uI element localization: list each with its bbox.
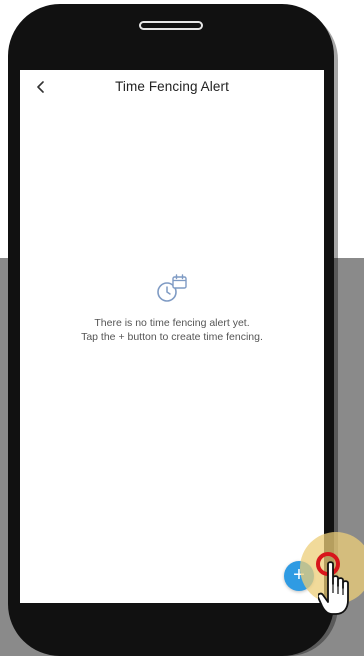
page-title: Time Fencing Alert <box>115 79 229 94</box>
nav-bar: Time Fencing Alert <box>20 70 324 104</box>
app-screen: Time Fencing Alert There is no time fenc… <box>20 70 324 603</box>
empty-state: There is no time fencing alert yet. Tap … <box>20 274 324 344</box>
clock-calendar-icon <box>157 274 187 302</box>
empty-message-line1: There is no time fencing alert yet. <box>94 317 250 329</box>
hand-pointer-icon <box>318 561 349 615</box>
speaker-grille <box>139 21 203 30</box>
phone-frame: Time Fencing Alert There is no time fenc… <box>8 4 334 656</box>
empty-message-line2: Tap the + button to create time fencing. <box>81 330 263 343</box>
